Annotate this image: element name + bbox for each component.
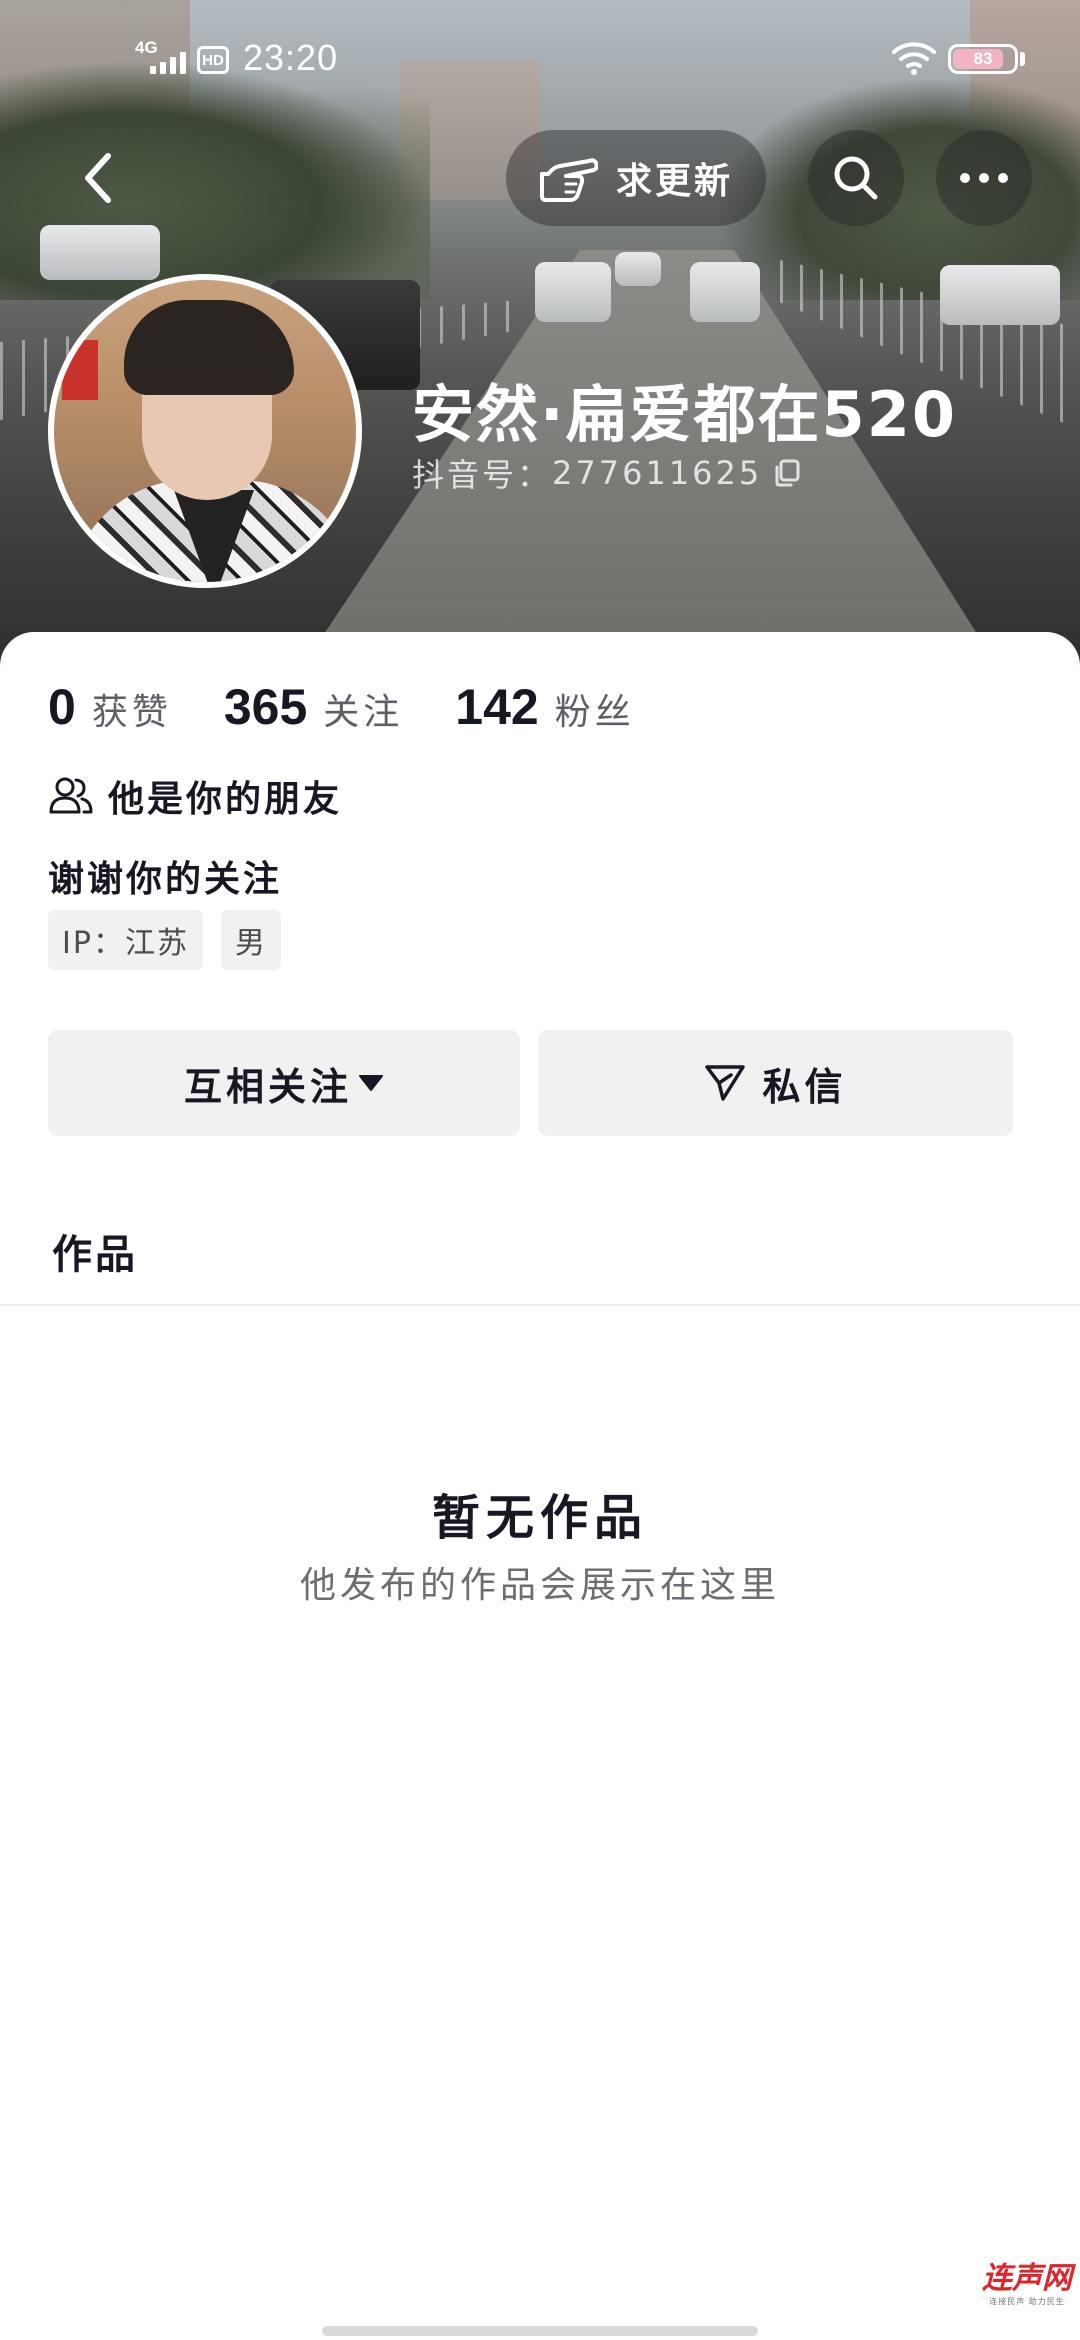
stat-value: 142	[455, 679, 539, 735]
wifi-icon	[892, 42, 936, 75]
profile-page: 4G HD 23:20 83 求更新 安然·扁爱都在520 抖音号： 27761…	[0, 0, 1080, 2340]
more-dots-icon	[960, 173, 1008, 183]
cover-car	[940, 265, 1060, 325]
display-name: 安然·扁爱都在520	[412, 378, 957, 451]
chevron-left-icon	[85, 153, 111, 203]
douyin-id-value: 277611625	[552, 454, 763, 492]
battery-tip	[1020, 52, 1025, 66]
battery-percent: 83	[973, 49, 993, 68]
cover-car	[535, 262, 611, 322]
gender-tag: 男	[220, 910, 281, 970]
more-button[interactable]	[936, 130, 1032, 226]
send-icon	[705, 1065, 746, 1101]
stat-followers[interactable]: 142 粉丝	[455, 678, 634, 736]
home-indicator[interactable]	[322, 2326, 758, 2336]
message-label: 私信	[762, 1064, 847, 1109]
stat-value: 0	[48, 679, 76, 735]
back-button[interactable]	[58, 138, 138, 218]
stat-following[interactable]: 365 关注	[224, 678, 403, 736]
tab-divider	[0, 1304, 1080, 1306]
request-update-label: 求更新	[616, 161, 734, 202]
avatar-hair	[124, 300, 294, 395]
stat-label: 获赞	[91, 692, 172, 733]
douyin-id-row[interactable]: 抖音号： 277611625	[412, 450, 802, 496]
stat-label: 粉丝	[554, 692, 635, 733]
battery-icon: 83	[948, 44, 1018, 74]
relationship-text: 他是你的朋友	[108, 779, 343, 820]
signal-icon	[150, 50, 190, 74]
watermark-text: 连声网	[982, 2261, 1072, 2296]
douyin-id-label: 抖音号：	[412, 456, 553, 494]
copy-icon[interactable]	[772, 458, 802, 488]
search-icon	[834, 156, 878, 200]
clock: 23:20	[243, 37, 339, 78]
empty-works-description: 他发布的作品会展示在这里	[299, 1565, 780, 1606]
cover-car	[40, 225, 160, 280]
empty-works-title: 暂无作品	[431, 1490, 648, 1546]
avatar[interactable]	[48, 274, 362, 588]
stat-value: 365	[223, 679, 308, 735]
watermark-logo: 连声网 连接民声 助力民生	[982, 2262, 1072, 2316]
hd-icon: HD	[197, 46, 229, 74]
profile-card: 0 获赞 365 关注 142 粉丝 他是你的朋友 谢谢你的关注 IP：江苏 男…	[0, 632, 1080, 2340]
pointing-hand-icon	[540, 158, 598, 202]
stats-row: 0 获赞 365 关注 142 粉丝	[48, 678, 687, 736]
bio-text: 谢谢你的关注	[48, 859, 283, 900]
cover-car	[690, 262, 760, 322]
profile-tags: IP：江苏 男	[48, 910, 281, 970]
search-button[interactable]	[808, 130, 904, 226]
ip-location-tag: IP：江苏	[48, 910, 203, 970]
cover-car	[615, 252, 661, 286]
caret-down-icon	[359, 1075, 383, 1091]
tab-works[interactable]: 作品	[52, 1222, 138, 1280]
friends-icon	[49, 777, 93, 814]
watermark-subtext: 连接民声 助力民生	[989, 2297, 1065, 2306]
mutual-follow-label: 互相关注	[183, 1064, 352, 1109]
stat-likes[interactable]: 0 获赞	[48, 678, 172, 736]
action-buttons: 互相关注 私信	[48, 1030, 1013, 1136]
status-bar: 4G HD 23:20 83	[0, 0, 1080, 120]
message-button[interactable]: 私信	[538, 1030, 1013, 1136]
stat-label: 关注	[323, 692, 404, 733]
mutual-follow-button[interactable]: 互相关注	[48, 1030, 520, 1136]
avatar-background-sign	[62, 340, 98, 400]
request-update-button[interactable]: 求更新	[506, 130, 766, 226]
relationship-row: 他是你的朋友	[48, 770, 342, 822]
